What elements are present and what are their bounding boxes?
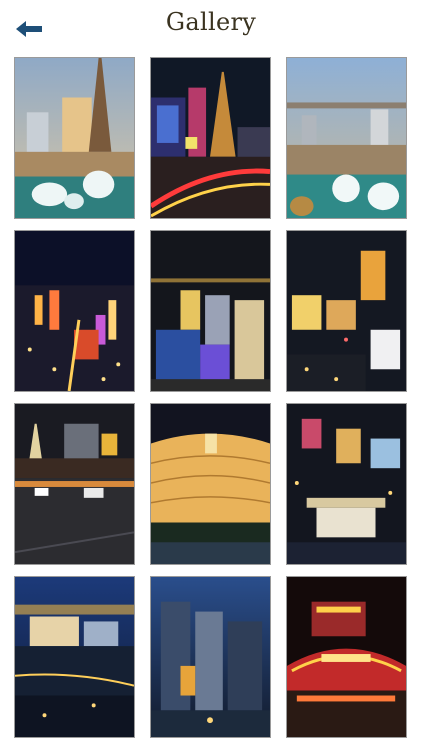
gallery-photo-8[interactable] (150, 403, 271, 565)
gallery-photo-6[interactable] (286, 230, 407, 392)
gallery-photo-11[interactable] (150, 576, 271, 738)
gallery-photo-12[interactable] (286, 576, 407, 738)
gallery-photo-3[interactable] (286, 57, 407, 219)
gallery-photo-4[interactable] (14, 230, 135, 392)
gallery-photo-1[interactable] (14, 57, 135, 219)
top-bar: Gallery (0, 0, 422, 56)
gallery-photo-2[interactable] (150, 57, 271, 219)
gallery-photo-5[interactable] (150, 230, 271, 392)
gallery-photo-7[interactable] (14, 403, 135, 565)
page-title: Gallery (165, 8, 257, 36)
gallery-photo-10[interactable] (14, 576, 135, 738)
gallery-photo-9[interactable] (286, 403, 407, 565)
